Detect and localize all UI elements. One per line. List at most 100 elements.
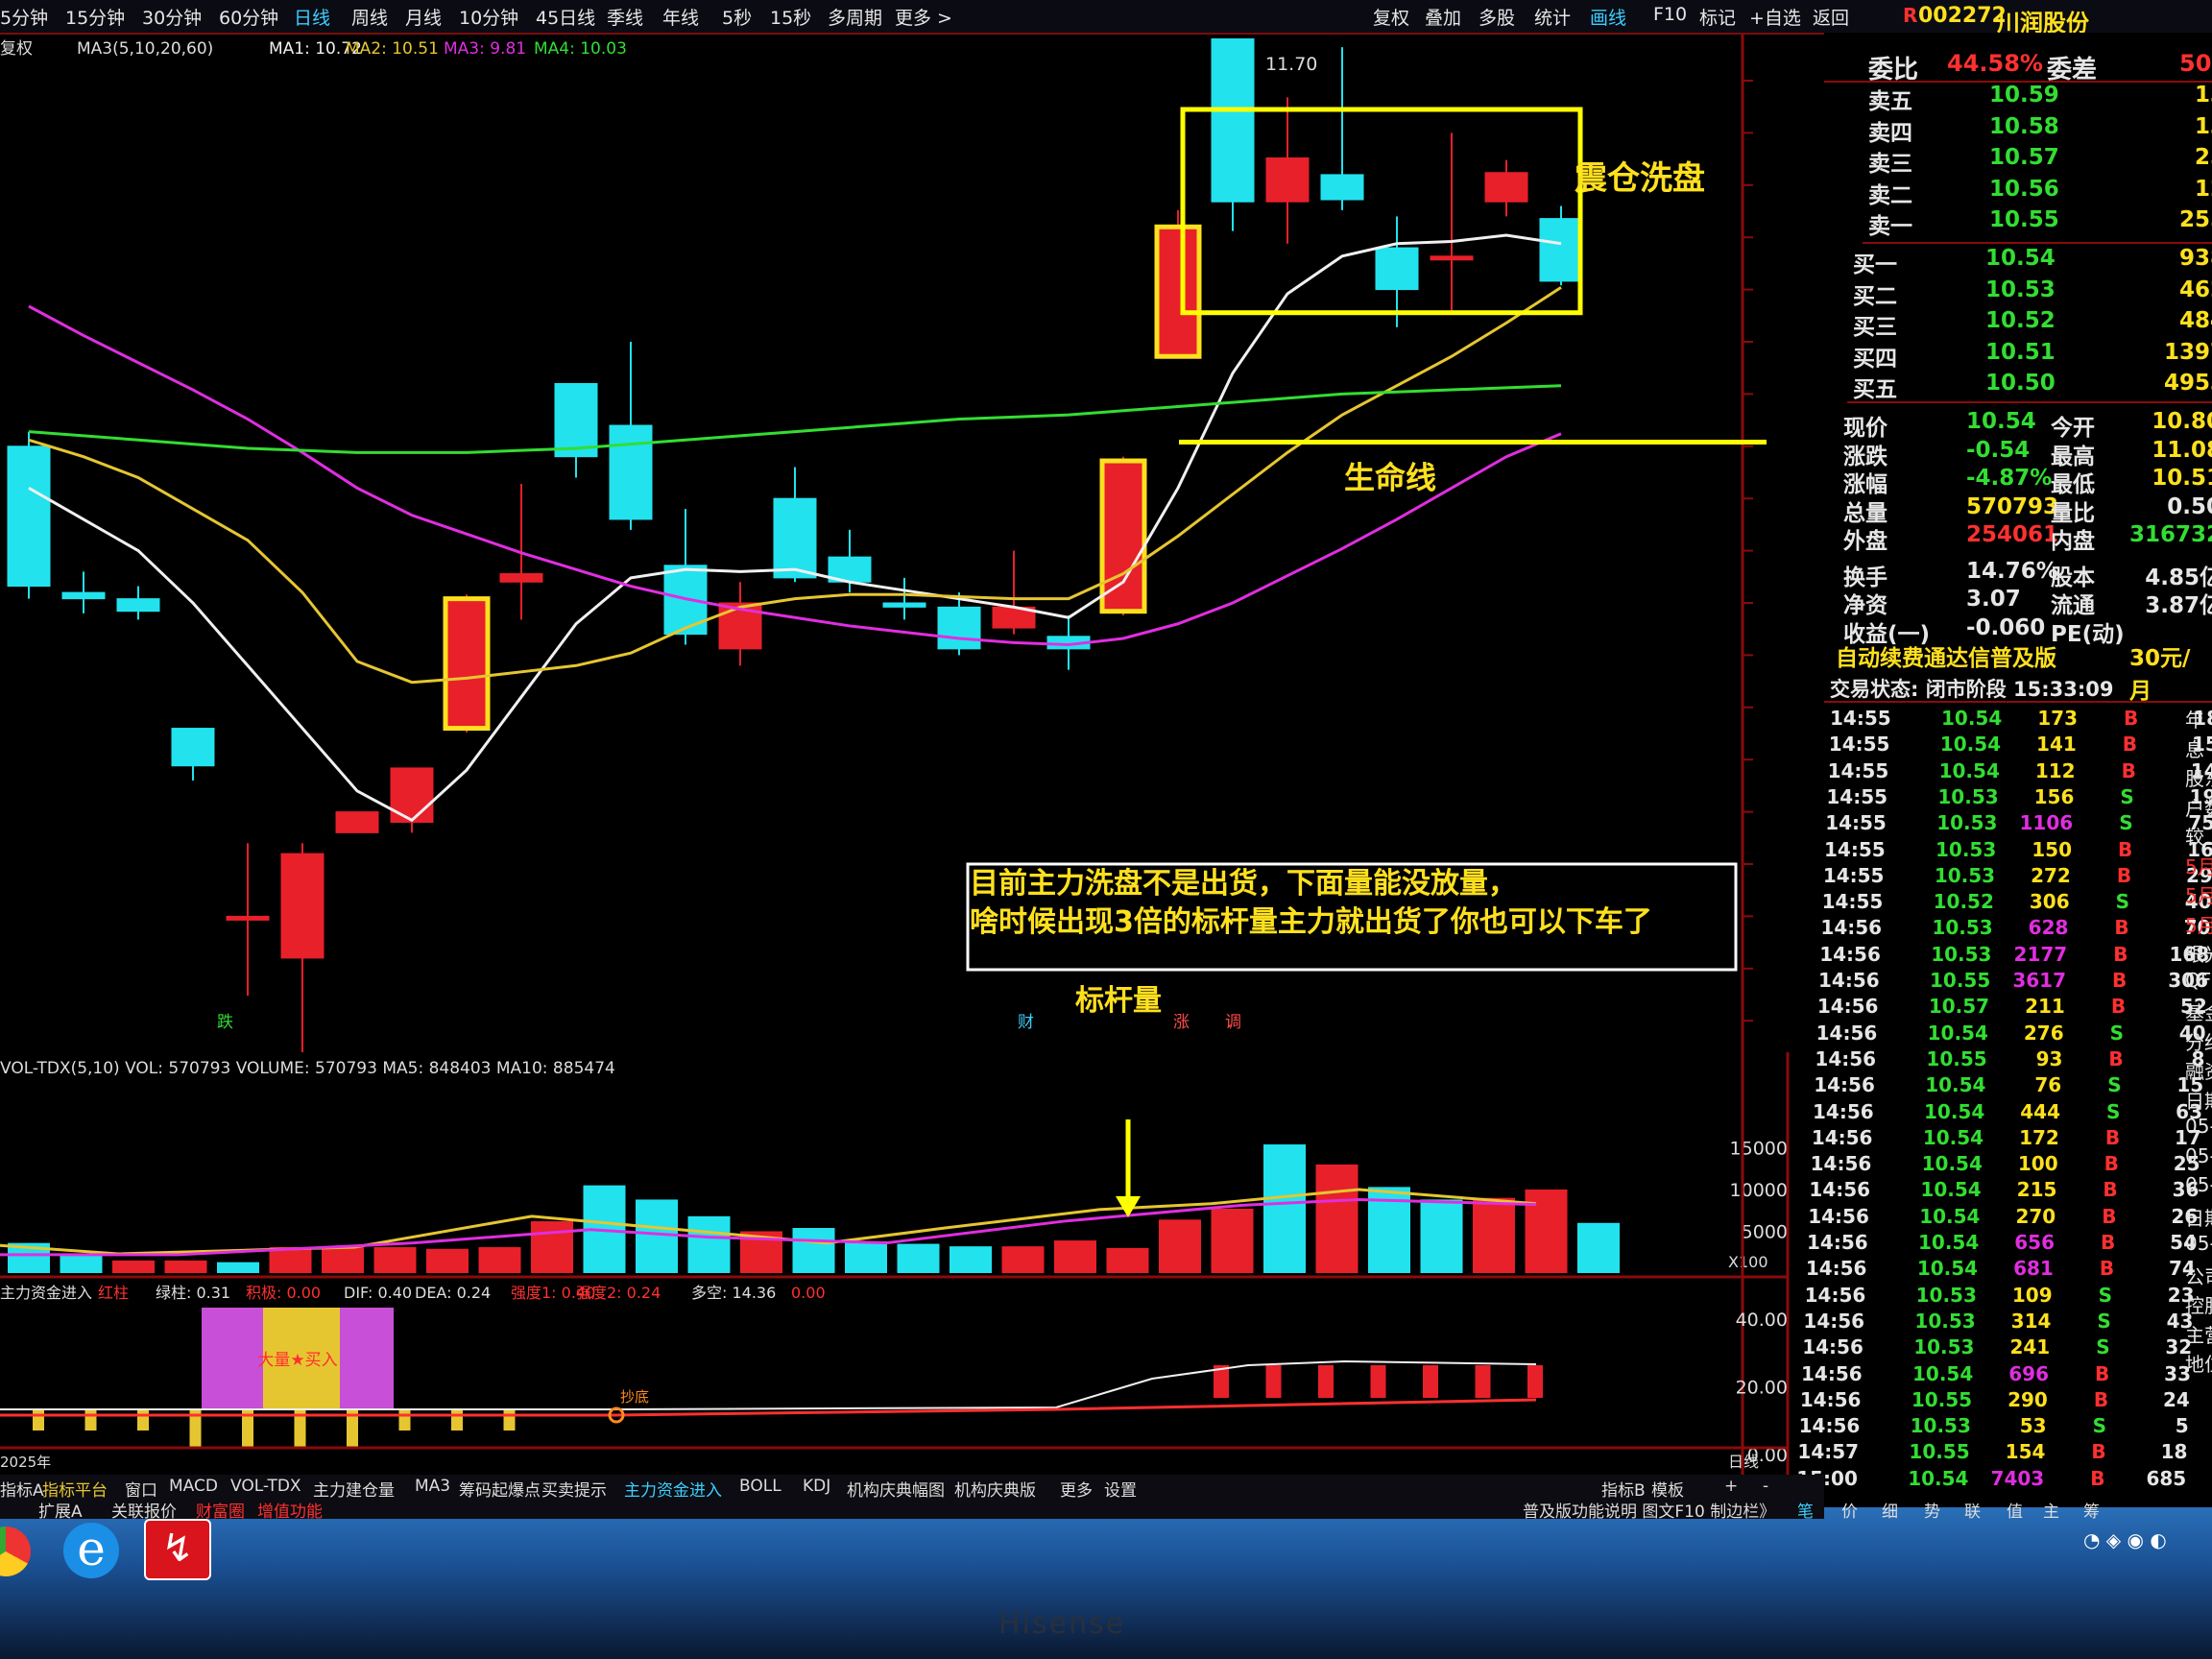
tick-volume: 112 <box>2034 758 2076 782</box>
promo-banner[interactable]: 自动续费通达信普及版 <box>1836 639 2056 672</box>
indicator-tab[interactable]: MACD <box>169 1477 218 1496</box>
side-label: 5月2 <box>2185 854 2212 878</box>
stat-row: 涨幅-4.87%最低10.51 <box>1824 466 2212 497</box>
ask-row: 卖一 10.55 255 <box>1824 207 2212 239</box>
bottom-tabs-row2: 扩展A 关联报价 财富圈 增值功能 普及版功能说明 图文F10 制边栏》笔 价细 势联 值主筹 <box>0 1498 2100 1522</box>
extension-tab[interactable]: 增值功能 <box>257 1498 323 1522</box>
tick-row: 14:56 10.54 215 B 36 <box>1809 1178 2212 1203</box>
period-tab[interactable]: 日线 <box>294 4 330 30</box>
tick-price: 10.54 <box>1924 1099 1985 1123</box>
period-tab[interactable]: 45日线 <box>536 4 595 30</box>
stat-row: 换手 14.76% 股本 4.85亿 <box>1824 558 2212 590</box>
period-tab[interactable]: 更多 > <box>895 4 952 30</box>
toolbar-button[interactable]: 多股 <box>1479 4 1515 30</box>
indicator-tab[interactable]: MA3 <box>415 1477 450 1496</box>
period-tab[interactable]: 5秒 <box>722 4 752 30</box>
extension-tab[interactable]: 扩展A <box>38 1498 83 1522</box>
toolbar-button[interactable]: 标记 <box>1699 4 1736 30</box>
period-tab[interactable]: 15分钟 <box>65 4 125 30</box>
tdx-app-icon[interactable]: ↯ <box>144 1519 211 1580</box>
period-tab[interactable]: 10分钟 <box>459 4 518 30</box>
weicha-label: 委差 <box>2047 56 2098 84</box>
volume-bar <box>217 1262 259 1273</box>
bid-label: 买四 <box>1853 346 1897 372</box>
benchmark-label: 标杆量 <box>1075 984 1162 1018</box>
period-tab[interactable]: 60分钟 <box>219 4 278 30</box>
period-tab[interactable]: 季线 <box>607 4 643 30</box>
panel-tab[interactable]: 价 <box>1841 1498 1858 1522</box>
indicator-tab-right[interactable]: - <box>1763 1477 1768 1496</box>
volume-bar <box>1420 1199 1463 1273</box>
tick-price: 10.54 <box>1916 1257 1979 1281</box>
panel-tab[interactable]: 值 <box>2007 1498 2023 1522</box>
toolbar-button[interactable]: 画线 <box>1590 4 1626 30</box>
ma-legend-ma4: MA4: 10.03 <box>534 39 627 59</box>
tick-time: 14:55 <box>1828 733 1890 757</box>
tick-price: 10.57 <box>1928 995 1990 1019</box>
indicator-tab[interactable]: KDJ <box>803 1477 830 1496</box>
tick-price: 10.55 <box>1909 1440 1970 1464</box>
ask-volume: 13 <box>2194 83 2212 108</box>
tick-price: 10.55 <box>1911 1387 1973 1411</box>
side-label: 户数 <box>2185 796 2212 820</box>
period-tab[interactable]: 年线 <box>662 4 699 30</box>
side-label: 地位 <box>2185 1353 2212 1376</box>
stat-value-2: 316732 <box>2128 522 2212 547</box>
ie-icon[interactable]: e <box>63 1523 119 1578</box>
toolbar-button[interactable]: F10 <box>1653 4 1687 25</box>
tick-volume: 215 <box>2016 1178 2057 1202</box>
side-label: 控股 <box>2185 1294 2212 1317</box>
panel-tab[interactable]: 势 <box>1924 1498 1940 1522</box>
indicator-tab-right[interactable]: + <box>1724 1477 1738 1496</box>
toolbar-button[interactable]: 返回 <box>1813 4 1849 30</box>
tick-time: 14:55 <box>1822 863 1885 887</box>
panel-tab[interactable]: 筹 <box>2083 1498 2100 1522</box>
period-tab[interactable]: 多周期 <box>828 4 882 30</box>
volume-bar <box>164 1260 207 1273</box>
indicator-spike <box>398 1409 411 1431</box>
indicator-value: DIF: 0.40 <box>344 1284 412 1302</box>
panel-tab[interactable]: 联 <box>1964 1498 1981 1522</box>
panel-tab[interactable]: 主 <box>2043 1498 2059 1522</box>
indicator-value: 0.00 <box>791 1284 826 1302</box>
ask-volume: 13 <box>2194 113 2212 139</box>
tick-volume: 156 <box>2033 784 2075 808</box>
period-tab[interactable]: 30分钟 <box>142 4 202 30</box>
indicator-tab[interactable]: VOL-TDX <box>230 1477 301 1496</box>
status-divider <box>1824 701 2212 703</box>
extension-tab[interactable]: 关联报价 <box>111 1498 177 1522</box>
stat-value: 14.76% <box>1966 558 2058 584</box>
tick-side: B <box>2114 916 2129 940</box>
toolbar-button[interactable]: 统计 <box>1534 4 1571 30</box>
period-tab[interactable]: 15秒 <box>770 4 811 30</box>
indicator-tab[interactable]: BOLL <box>739 1477 781 1496</box>
indicator-spike <box>503 1409 516 1431</box>
panel-tab[interactable]: 细 <box>1882 1498 1898 1522</box>
volume-and-indicator-panel[interactable]: VOL-TDX(5,10) VOL: 570793 VOLUME: 570793… <box>0 1052 1824 1475</box>
chrome-icon[interactable] <box>0 1527 31 1576</box>
panel-tab[interactable]: 笔 <box>1797 1498 1814 1522</box>
help-links[interactable]: 普及版功能说明 图文F10 制边栏》 <box>1523 1498 1775 1522</box>
toolbar-button[interactable]: 复权 <box>1373 4 1409 30</box>
promo-price[interactable]: 30元/月 <box>2129 639 2212 705</box>
candle-body <box>1375 247 1419 291</box>
stat-value: -0.060 <box>1966 614 2046 640</box>
toolbar-button[interactable]: +自选 <box>1749 4 1801 30</box>
side-label: 年 <box>2185 709 2204 732</box>
volume-bar <box>322 1246 364 1273</box>
period-tab[interactable]: 5分钟 <box>0 4 48 30</box>
tick-row: 15:00 10.54 7403 B 685 <box>1796 1467 2200 1492</box>
extension-tab[interactable]: 财富圈 <box>196 1498 245 1522</box>
tick-price: 10.54 <box>1918 1231 1980 1254</box>
ask-price: 10.56 <box>1989 176 2059 202</box>
toolbar-button[interactable]: 叠加 <box>1425 4 1461 30</box>
tick-row: 14:56 10.53 628 B 70 <box>1820 916 2212 941</box>
stat-row: 外盘 254061内盘 316732 <box>1824 522 2212 554</box>
period-tab[interactable]: 月线 <box>405 4 442 30</box>
candlestick-chart[interactable]: 11.5011.2511.0010.7510.5010.2510.009.759… <box>0 35 1767 1052</box>
tick-row: 14:55 10.53 1106 S 75 <box>1825 811 2212 836</box>
tray-icons[interactable]: ◔ ◈ ◉ ◐ <box>2083 1528 2208 1555</box>
period-tab[interactable]: 周线 <box>351 4 388 30</box>
rixian-label: 日线 <box>1728 1453 1759 1471</box>
side-label: 分红 <box>2185 1030 2212 1054</box>
